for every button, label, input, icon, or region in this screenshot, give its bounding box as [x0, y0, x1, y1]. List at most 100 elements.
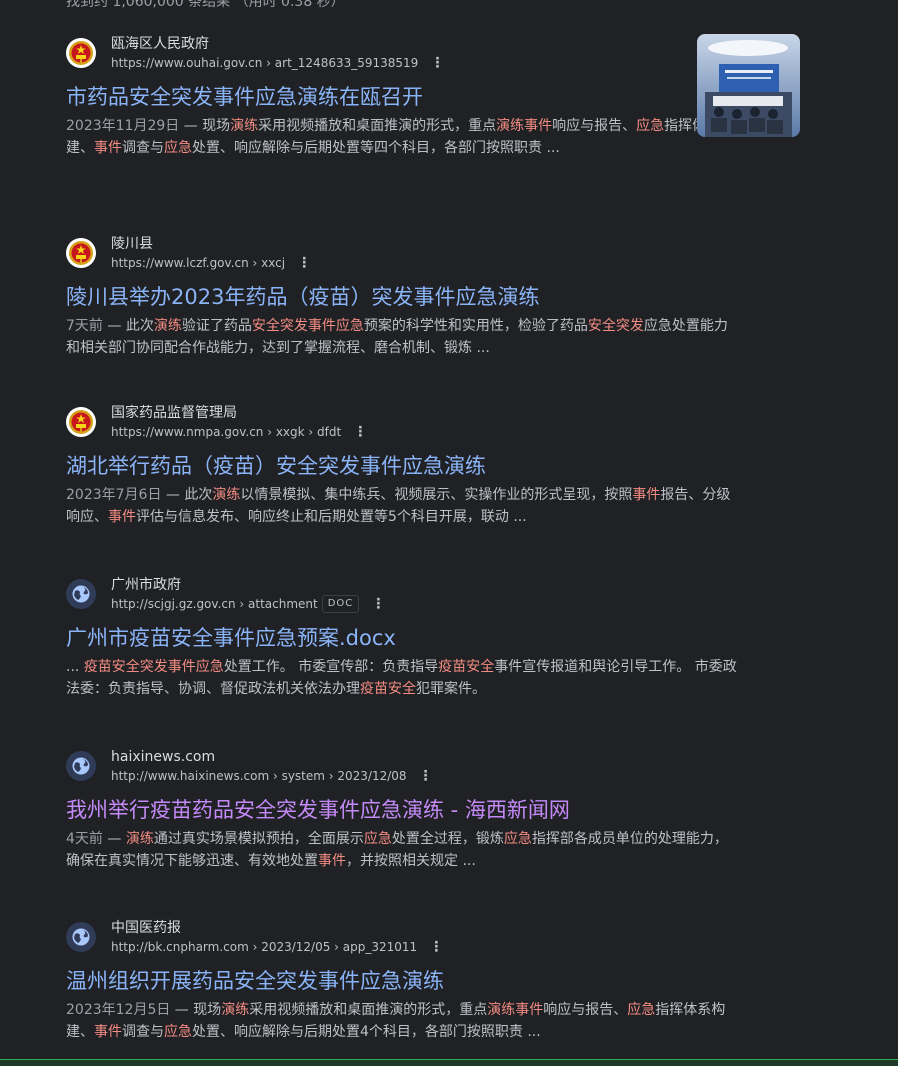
snippet-text: 现场 [193, 1002, 222, 1018]
result-title-link[interactable]: 广州市疫苗安全事件应急预案.docx [66, 625, 738, 651]
result-snippet: 2023年7月6日 — 此次演练以情景模拟、集中练兵、视频展示、实操作业的形式呈… [66, 487, 731, 525]
snippet-text: 处置、响应解除与后期处置等四个科目，各部门按照职责 ... [192, 140, 560, 156]
national-emblem-icon [66, 407, 96, 437]
result-site-name: 陵川县 [111, 236, 153, 252]
search-result: 中国医药报 http://bk.cnpharm.com › 2023/12/05 … [66, 918, 738, 1043]
result-date: 7天前 [66, 318, 103, 334]
snippet-text: 响应与报告、 [543, 1002, 628, 1018]
result-title-link[interactable]: 湖北举行药品（疫苗）安全突发事件应急演练 [66, 453, 738, 479]
snippet-text: 评估与信息发布、响应终止和后期处置等5个科目开展，联动 ... [136, 509, 527, 525]
snippet-text: 响应与报告、 [552, 118, 637, 134]
snippet-highlight: 应急 [503, 831, 532, 847]
snippet-text: 预案的科学性和实用性，检验了药品 [363, 318, 588, 334]
snippet-text: 此次 [125, 318, 154, 334]
result-source[interactable]: 瓯海区人民政府 https://www.ouhai.gov.cn › art_12… [66, 34, 738, 74]
result-url-line: https://www.ouhai.gov.cn › art_1248633_5… [111, 54, 444, 72]
globe-icon [66, 579, 96, 609]
more-options-icon[interactable]: ⋮ [353, 424, 367, 440]
result-url: http://scjgj.gz.gov.cn › attachment [111, 597, 318, 611]
result-stats: 找到约 1,060,000 条结果 （用时 0.38 秒） [66, 0, 345, 10]
more-options-icon[interactable]: ⋮ [430, 55, 444, 71]
search-results-page: 找到约 1,060,000 条结果 （用时 0.38 秒） 瓯海区人民政府 htt… [0, 0, 898, 1066]
result-source[interactable]: 广州市政府 http://scjgj.gz.gov.cn › attachment… [66, 575, 738, 615]
result-title-link[interactable]: 陵川县举办2023年药品（疫苗）突发事件应急演练 [66, 284, 738, 310]
snippet-text: 验证了药品 [181, 318, 252, 334]
search-result: 广州市政府 http://scjgj.gz.gov.cn › attachment… [66, 575, 738, 700]
search-result: 国家药品监督管理局 https://www.nmpa.gov.cn › xxgk … [66, 403, 738, 528]
snippet-text: 调查与 [122, 140, 164, 156]
result-thumbnail[interactable] [697, 34, 800, 137]
snippet-highlight: 演练 [221, 1002, 250, 1018]
snippet-text: ... [66, 659, 84, 675]
snippet-highlight: 事件 [94, 1024, 122, 1040]
snippet-text: 通过真实场景模拟预拍，全面展示 [153, 831, 364, 847]
snippet-highlight: 演练事件 [496, 118, 553, 134]
snippet-text: 处置工作。 市委宣传部：负责指导 [223, 659, 439, 675]
result-source[interactable]: 中国医药报 http://bk.cnpharm.com › 2023/12/05 … [66, 918, 738, 958]
more-options-icon[interactable]: ⋮ [297, 255, 311, 271]
result-site-name: haixinews.com [111, 749, 216, 765]
snippet-highlight: 事件 [94, 140, 122, 156]
more-options-icon[interactable]: ⋮ [371, 596, 385, 612]
result-date: 2023年11月29日 [66, 118, 180, 134]
result-url: http://bk.cnpharm.com › 2023/12/05 › app… [111, 940, 418, 954]
snippet-highlight: 演练 [125, 831, 154, 847]
result-title-link[interactable]: 我州举行疫苗药品安全突发事件应急演练 - 海西新闻网 [66, 797, 738, 823]
result-site-name: 瓯海区人民政府 [111, 36, 209, 52]
result-site-name: 中国医药报 [111, 920, 181, 936]
snippet-text: 以情景模拟、集中练兵、视频展示、实操作业的形式呈现，按照 [240, 487, 633, 503]
result-snippet: 7天前 — 此次演练验证了药品安全突发事件应急预案的科学性和实用性，检验了药品安… [66, 318, 728, 356]
result-url: http://www.haixinews.com › system › 2023… [111, 769, 407, 783]
globe-icon [66, 751, 96, 781]
snippet-highlight: 事件 [632, 487, 661, 503]
snippet-highlight: 应急 [636, 118, 665, 134]
result-url-line: https://www.nmpa.gov.cn › xxgk › dfdt ⋮ [111, 423, 367, 441]
snippet-highlight: 应急 [164, 140, 192, 156]
result-source[interactable]: 国家药品监督管理局 https://www.nmpa.gov.cn › xxgk … [66, 403, 738, 443]
result-title-link[interactable]: 温州组织开展药品安全突发事件应急演练 [66, 968, 738, 994]
snippet-highlight: 演练 [212, 487, 241, 503]
result-url: https://www.lczf.gov.cn › xxcj [111, 256, 286, 270]
result-url-line: http://www.haixinews.com › system › 2023… [111, 767, 433, 785]
national-emblem-icon [66, 238, 96, 268]
snippet-highlight: 应急 [363, 831, 392, 847]
result-source[interactable]: haixinews.com http://www.haixinews.com › … [66, 747, 738, 787]
snippet-highlight: 安全突发事件应急 [251, 318, 364, 334]
snippet-text: 现场 [202, 118, 231, 134]
result-url-line: http://bk.cnpharm.com › 2023/12/05 › app… [111, 938, 443, 956]
search-result: 陵川县 https://www.lczf.gov.cn › xxcj ⋮ 陵川县举办2… [66, 234, 738, 359]
snippet-highlight: 应急 [627, 1002, 656, 1018]
more-options-icon[interactable]: ⋮ [429, 939, 443, 955]
result-url-line: http://scjgj.gz.gov.cn › attachment DOC ⋮ [111, 595, 385, 613]
result-site-name: 国家药品监督管理局 [111, 405, 237, 421]
result-url: https://www.nmpa.gov.cn › xxgk › dfdt [111, 425, 342, 439]
snippet-text: 采用视频播放和桌面推演的形式，重点 [258, 118, 497, 134]
result-snippet: 2023年12月5日 — 现场演练采用视频播放和桌面推演的形式，重点演练事件响应… [66, 1002, 726, 1040]
snippet-highlight: 事件 [108, 509, 136, 525]
snippet-text: 犯罪案件。 [416, 681, 486, 697]
snippet-highlight: 安全突发 [587, 318, 644, 334]
snippet-highlight: 疫苗安全突发事件应急 [83, 659, 224, 675]
result-url-line: https://www.lczf.gov.cn › xxcj ⋮ [111, 254, 311, 272]
snippet-highlight: 演练 [230, 118, 259, 134]
snippet-highlight: 演练 [153, 318, 182, 334]
result-snippet: ... 疫苗安全突发事件应急处置工作。 市委宣传部：负责指导疫苗安全事件宣传报道… [66, 656, 738, 700]
result-date: 2023年7月6日 [66, 487, 162, 503]
snippet-text: 处置全过程，锻炼 [391, 831, 504, 847]
snippet-highlight: 演练事件 [487, 1002, 544, 1018]
result-source[interactable]: 陵川县 https://www.lczf.gov.cn › xxcj ⋮ [66, 234, 738, 274]
result-title-link[interactable]: 市药品安全突发事件应急演练在瓯召开 [66, 84, 738, 110]
snippet-highlight: 事件 [318, 853, 346, 869]
result-url: https://www.ouhai.gov.cn › art_1248633_5… [111, 56, 419, 70]
snippet-text: 调查与 [122, 1024, 164, 1040]
result-date: 2023年12月5日 [66, 1002, 171, 1018]
snippet-highlight: 疫苗安全 [360, 681, 416, 697]
snippet-highlight: 应急 [164, 1024, 192, 1040]
result-site-name: 广州市政府 [111, 577, 181, 593]
snippet-text: 采用视频播放和桌面推演的形式，重点 [249, 1002, 488, 1018]
snippet-text: 此次 [184, 487, 213, 503]
result-snippet: 4天前 — 演练通过真实场景模拟预拍，全面展示应急处置全过程，锻炼应急指挥部各成… [66, 831, 728, 869]
result-date: 4天前 [66, 831, 103, 847]
more-options-icon[interactable]: ⋮ [419, 768, 433, 784]
filetype-badge: DOC [321, 595, 360, 613]
